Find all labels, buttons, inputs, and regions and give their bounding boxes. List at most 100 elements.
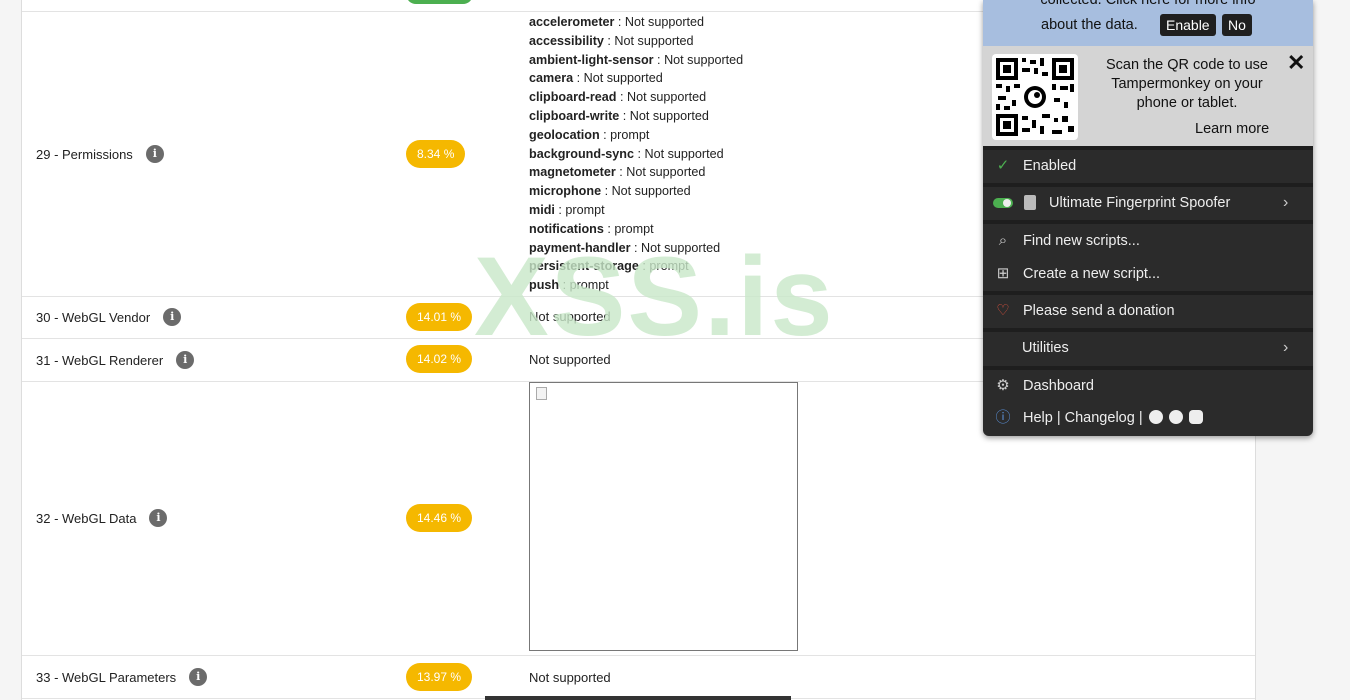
instagram-icon[interactable] xyxy=(1188,410,1203,424)
donation-label: Please send a donation xyxy=(1023,303,1175,319)
permission-entry: microphone : Not supported xyxy=(529,182,743,201)
utilities-item[interactable]: Utilities › xyxy=(983,332,1313,364)
info-icon: ⓘ xyxy=(995,409,1011,426)
attribute-value: Not supported xyxy=(529,309,611,324)
dashboard-item[interactable]: ⚙ Dashboard xyxy=(983,370,1313,402)
permission-value: prompt xyxy=(614,221,654,236)
permission-name: midi xyxy=(529,202,555,217)
score-badge xyxy=(406,0,473,4)
qr-promo-text: Scan the QR code to use Tampermonkey on … xyxy=(1105,57,1268,111)
permission-value: Not supported xyxy=(614,33,694,48)
attribute-name: 30 - WebGL Vendor i xyxy=(36,308,182,326)
permission-entry: clipboard-read : Not supported xyxy=(529,88,743,107)
attribute-name: 33 - WebGL Parameters i xyxy=(36,668,208,686)
info-icon[interactable]: i xyxy=(189,668,208,686)
permission-name: clipboard-write xyxy=(529,108,620,123)
info-icon[interactable]: i xyxy=(163,308,182,326)
permission-separator: : xyxy=(633,146,645,161)
permission-entry: persistent-storage : prompt xyxy=(529,257,743,276)
percentage-badge: 14.02 % xyxy=(406,345,473,373)
info-icon[interactable]: i xyxy=(176,351,195,369)
permission-value: Not supported xyxy=(640,240,721,255)
permission-separator: : xyxy=(559,278,570,293)
enabled-toggle[interactable]: ✓ Enabled xyxy=(983,150,1313,182)
permission-value: Not supported xyxy=(583,71,663,86)
attribute-label: 32 - WebGL Data xyxy=(36,510,137,526)
permission-separator: : xyxy=(601,184,612,199)
permission-separator: : xyxy=(630,240,641,255)
permission-name: geolocation xyxy=(529,127,600,142)
facebook-icon[interactable] xyxy=(1168,410,1183,424)
permission-name: camera xyxy=(529,71,574,86)
help-changelog-label: Help | Changelog | xyxy=(1023,402,1203,434)
permissions-list: accelerometer : Not supported accessibili… xyxy=(529,13,743,295)
attribute-name: 29 - Permissions i xyxy=(36,145,164,163)
info-icon[interactable]: i xyxy=(149,509,168,527)
heart-icon: ♡ xyxy=(996,302,1010,319)
permission-separator: : xyxy=(615,165,627,180)
attribute-label: 29 - Permissions xyxy=(36,146,133,162)
permission-entry: camera : Not supported xyxy=(529,69,743,88)
permission-value: prompt xyxy=(610,127,650,142)
permission-separator: : xyxy=(573,71,584,86)
permission-value: Not supported xyxy=(626,90,707,105)
attribute-label: 33 - WebGL Parameters xyxy=(36,669,177,685)
script-toggle-icon[interactable] xyxy=(993,198,1013,208)
permission-name: microphone xyxy=(529,184,602,199)
enabled-label: Enabled xyxy=(1023,158,1077,174)
permission-separator: : xyxy=(638,259,650,274)
checkmark-icon: ✓ xyxy=(996,157,1010,174)
permission-value: Not supported xyxy=(629,108,709,123)
permission-value: prompt xyxy=(649,259,689,274)
find-scripts-label: Find new scripts... xyxy=(1023,233,1140,249)
dashboard-label: Dashboard xyxy=(1023,378,1094,394)
enable-button[interactable]: Enable xyxy=(1160,14,1216,36)
github-icon[interactable] xyxy=(1148,410,1163,424)
permission-name: magnetometer xyxy=(529,165,616,180)
attribute-label: 30 - WebGL Vendor xyxy=(36,309,151,325)
close-icon[interactable]: ✕ xyxy=(1287,50,1305,76)
table-row: 33 - WebGL Parameters i 13.97 % Not supp… xyxy=(22,656,1255,699)
qr-code-image xyxy=(992,54,1078,140)
permission-name: payment-handler xyxy=(529,240,631,255)
permission-separator: : xyxy=(599,127,611,142)
no-button[interactable]: No xyxy=(1222,14,1252,36)
chevron-right-icon: › xyxy=(1283,339,1289,356)
plus-square-icon: ⊞ xyxy=(996,265,1010,282)
permission-separator: : xyxy=(619,108,630,123)
create-script-label: Create a new script... xyxy=(1023,266,1160,282)
tampermonkey-popup: collected. Click here for more info abou… xyxy=(983,0,1313,436)
attribute-label: 31 - WebGL Renderer xyxy=(36,352,164,368)
permission-value: Not supported xyxy=(644,146,724,161)
permission-entry: geolocation : prompt xyxy=(529,126,743,145)
script-name: Ultimate Fingerprint Spoofer xyxy=(1049,195,1231,211)
permission-separator: : xyxy=(653,52,665,67)
permission-entry: accelerometer : Not supported xyxy=(529,13,743,32)
permission-entry: push : prompt xyxy=(529,276,743,295)
help-text: Help | Changelog | xyxy=(1023,410,1143,426)
permission-name: accessibility xyxy=(529,33,604,48)
permission-value: prompt xyxy=(569,278,609,293)
script-item-ultimate-fingerprint-spoofer[interactable]: Ultimate Fingerprint Spoofer › xyxy=(983,187,1313,219)
permission-entry: midi : prompt xyxy=(529,201,743,220)
permission-entry: background-sync : Not supported xyxy=(529,145,743,164)
create-script-item[interactable]: ⊞ Create a new script... xyxy=(983,258,1313,290)
permission-entry: notifications : prompt xyxy=(529,220,743,239)
permission-value: Not supported xyxy=(664,52,744,67)
broken-image-icon xyxy=(536,387,547,400)
permission-value: prompt xyxy=(565,202,605,217)
data-collection-notice[interactable]: collected. Click here for more info abou… xyxy=(983,0,1313,46)
script-icon xyxy=(1024,195,1036,210)
help-changelog-item[interactable]: ⓘ Help | Changelog | xyxy=(983,402,1313,434)
permission-name: background-sync xyxy=(529,146,634,161)
notice-text-line1: collected. Click here for more info xyxy=(1040,0,1256,8)
horizontal-scrollbar[interactable] xyxy=(485,696,791,700)
info-icon[interactable]: i xyxy=(145,145,164,163)
percentage-badge: 14.46 % xyxy=(406,504,473,532)
learn-more-link[interactable]: Learn more xyxy=(1195,121,1269,137)
permission-name: push xyxy=(529,278,560,293)
donation-item[interactable]: ♡ Please send a donation xyxy=(983,295,1313,327)
permission-value: Not supported xyxy=(611,184,691,199)
permission-name: notifications xyxy=(529,221,604,236)
find-new-scripts-item[interactable]: ⌕ Find new scripts... xyxy=(983,225,1313,257)
